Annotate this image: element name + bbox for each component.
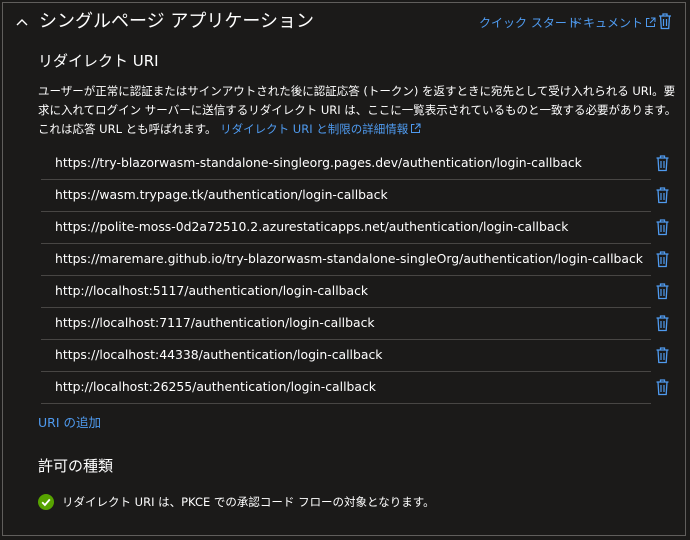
delete-uri-trash-icon[interactable] xyxy=(655,218,670,236)
redirect-uri-value[interactable]: https://maremare.github.io/try-blazorwas… xyxy=(55,250,643,268)
delete-uri-trash-icon[interactable] xyxy=(655,282,670,300)
redirect-uri-row: https://polite-moss-0d2a72510.2.azuresta… xyxy=(41,212,669,244)
quickstart-label: クイック スタート xyxy=(479,16,579,30)
delete-platform-trash-icon[interactable] xyxy=(657,12,673,30)
redirect-uri-description: ユーザーが正常に認証またはサインアウトされた後に認証応答 (トークン) を返すと… xyxy=(38,82,678,139)
redirect-uri-value[interactable]: https://polite-moss-0d2a72510.2.azuresta… xyxy=(55,218,568,236)
redirect-uri-value[interactable]: http://localhost:5117/authentication/log… xyxy=(55,282,368,300)
learn-more-label: リダイレクト URI と制限の詳細情報 xyxy=(220,122,409,136)
external-link-icon xyxy=(646,17,656,27)
delete-uri-trash-icon[interactable] xyxy=(655,346,670,364)
redirect-uri-value[interactable]: https://localhost:44338/authentication/l… xyxy=(55,346,382,364)
spa-platform-panel: シングルページ アプリケーション クイック スタート ドキュメント リダイレクト… xyxy=(2,2,686,536)
redirect-uri-row: http://localhost:26255/authentication/lo… xyxy=(41,372,669,404)
redirect-uri-row: https://try-blazorwasm-standalone-single… xyxy=(41,148,669,180)
check-circle-icon xyxy=(38,494,54,510)
redirect-uri-row: https://localhost:7117/authentication/lo… xyxy=(41,308,669,340)
delete-uri-trash-icon[interactable] xyxy=(655,186,670,204)
quickstart-link[interactable]: クイック スタート xyxy=(479,15,579,31)
grant-status-message: リダイレクト URI は、PKCE での承認コード フローの対象となります。 xyxy=(62,495,435,509)
delete-uri-trash-icon[interactable] xyxy=(655,250,670,268)
redirect-uri-heading: リダイレクト URI xyxy=(38,52,159,70)
documentation-label: ドキュメント xyxy=(571,16,644,30)
documentation-link[interactable]: ドキュメント xyxy=(571,15,656,31)
redirect-uri-list: https://try-blazorwasm-standalone-single… xyxy=(41,148,669,404)
grant-types-heading: 許可の種類 xyxy=(38,457,114,475)
redirect-uri-row: https://localhost:44338/authentication/l… xyxy=(41,340,669,372)
redirect-uri-value[interactable]: http://localhost:26255/authentication/lo… xyxy=(55,378,376,396)
external-link-icon xyxy=(411,123,421,133)
section-title: シングルページ アプリケーション xyxy=(39,11,315,32)
redirect-uri-value[interactable]: https://try-blazorwasm-standalone-single… xyxy=(55,154,582,172)
redirect-uri-row: https://wasm.trypage.tk/authentication/l… xyxy=(41,180,669,212)
redirect-uri-row: http://localhost:5117/authentication/log… xyxy=(41,276,669,308)
redirect-uri-row: https://maremare.github.io/try-blazorwas… xyxy=(41,244,669,276)
section-header: シングルページ アプリケーション クイック スタート ドキュメント xyxy=(3,3,685,43)
chevron-up-icon[interactable] xyxy=(15,15,29,29)
add-uri-link[interactable]: URI の追加 xyxy=(38,414,101,432)
redirect-uri-value[interactable]: https://localhost:7117/authentication/lo… xyxy=(55,314,375,332)
redirect-uri-learn-more-link[interactable]: リダイレクト URI と制限の詳細情報 xyxy=(220,122,421,136)
delete-uri-trash-icon[interactable] xyxy=(655,378,670,396)
delete-uri-trash-icon[interactable] xyxy=(655,154,670,172)
redirect-uri-value[interactable]: https://wasm.trypage.tk/authentication/l… xyxy=(55,186,388,204)
delete-uri-trash-icon[interactable] xyxy=(655,314,670,332)
